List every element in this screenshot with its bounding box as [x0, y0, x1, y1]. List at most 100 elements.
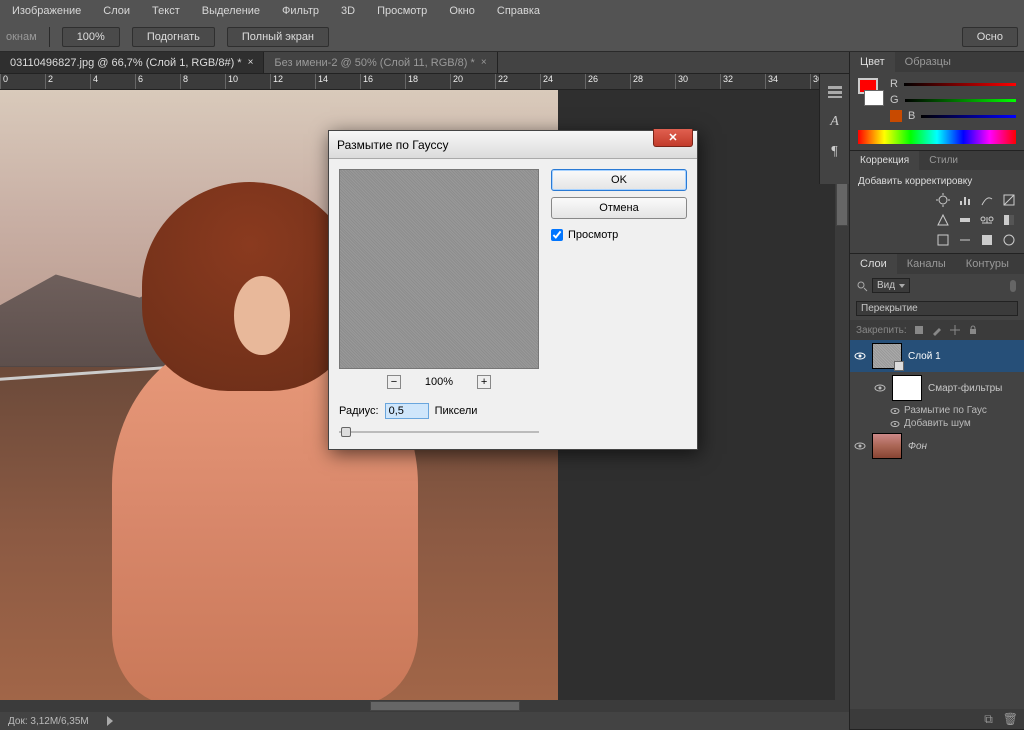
menu-help[interactable]: Справка	[497, 5, 540, 17]
levels-icon[interactable]	[958, 193, 972, 207]
tab-channels[interactable]: Каналы	[897, 254, 956, 274]
visibility-icon[interactable]	[854, 351, 866, 361]
filter-preview[interactable]	[339, 169, 539, 369]
layer-name[interactable]: Смарт-фильтры	[928, 383, 1002, 394]
fit-button[interactable]: Подогнать	[132, 27, 215, 47]
menu-3d[interactable]: 3D	[341, 5, 355, 17]
adjust-icon[interactable]	[980, 233, 994, 247]
close-button[interactable]: ✕	[653, 129, 693, 147]
trash-icon[interactable]: 🗑	[1003, 712, 1018, 726]
layer-thumbnail[interactable]	[872, 343, 902, 369]
radius-input[interactable]	[385, 403, 429, 419]
character-icon[interactable]: A	[827, 114, 843, 130]
ok-button[interactable]: OK	[551, 169, 687, 191]
adjust-icon[interactable]	[958, 233, 972, 247]
radius-units: Пиксели	[435, 405, 478, 417]
menu-text[interactable]: Текст	[152, 5, 180, 17]
close-icon[interactable]: ×	[481, 57, 487, 68]
filter-kind-select[interactable]: Вид	[872, 278, 910, 293]
menu-layers[interactable]: Слои	[103, 5, 130, 17]
tab-styles[interactable]: Стили	[919, 151, 968, 170]
tab-adjustments[interactable]: Коррекция	[850, 151, 919, 170]
right-button[interactable]: Осно	[962, 27, 1018, 47]
history-icon[interactable]	[827, 84, 843, 100]
filter-toggle[interactable]	[1008, 279, 1018, 293]
preview-checkbox-row[interactable]: Просмотр	[551, 229, 687, 241]
document-tab[interactable]: Без имени-2 @ 50% (Слой 11, RGB/8) * ×	[264, 52, 497, 73]
dialog-title: Размытие по Гауссу	[337, 138, 448, 152]
lock-position-icon[interactable]	[949, 324, 961, 336]
layer-name[interactable]: Фон	[908, 441, 927, 452]
smart-filter-item[interactable]: Размытие по Гаус	[850, 404, 1024, 417]
tab-paths[interactable]: Контуры	[956, 254, 1019, 274]
tab-color[interactable]: Цвет	[850, 52, 895, 72]
brightness-icon[interactable]	[936, 193, 950, 207]
curves-icon[interactable]	[980, 193, 994, 207]
collapsed-panel-strip: A ¶	[819, 74, 849, 184]
lock-pixels-icon[interactable]	[913, 324, 925, 336]
layer-name[interactable]: Слой 1	[908, 351, 941, 362]
r-slider[interactable]	[904, 79, 1016, 89]
layer-row[interactable]: Слой 1	[850, 340, 1024, 372]
triangle-icon[interactable]	[107, 716, 113, 726]
tab-label: 03110496827.jpg @ 66,7% (Слой 1, RGB/8#)…	[10, 57, 242, 69]
fullscreen-button[interactable]: Полный экран	[227, 27, 329, 47]
color-ramp[interactable]	[858, 130, 1016, 144]
link-icon[interactable]: ⧉	[984, 712, 993, 727]
preview-checkbox[interactable]	[551, 229, 563, 241]
visibility-icon[interactable]	[890, 420, 900, 428]
bw-icon[interactable]	[1002, 213, 1016, 227]
lock-brush-icon[interactable]	[931, 324, 943, 336]
menu-filter[interactable]: Фильтр	[282, 5, 319, 17]
tab-label: Без имени-2 @ 50% (Слой 11, RGB/8) *	[274, 57, 474, 69]
status-doc-size: Док: 3,12M/6,35M	[8, 716, 89, 727]
visibility-icon[interactable]	[890, 407, 900, 415]
option-fit-windows[interactable]: окнам	[6, 31, 37, 43]
document-tab[interactable]: 03110496827.jpg @ 66,7% (Слой 1, RGB/8#)…	[0, 52, 264, 73]
close-icon[interactable]: ×	[248, 57, 254, 68]
balance-icon[interactable]	[980, 213, 994, 227]
zoom-level: 100%	[425, 376, 453, 388]
cancel-button[interactable]: Отмена	[551, 197, 687, 219]
adjust-icon[interactable]	[936, 233, 950, 247]
r-label: R	[890, 78, 898, 90]
options-bar: окнам 100% Подогнать Полный экран Осно	[0, 22, 1024, 52]
adjust-icon[interactable]	[1002, 233, 1016, 247]
g-label: G	[890, 94, 899, 106]
layer-row[interactable]: Смарт-фильтры	[850, 372, 1024, 404]
blend-mode-select[interactable]: Перекрытие	[856, 301, 1018, 316]
search-icon[interactable]	[856, 280, 868, 292]
warning-icon[interactable]	[890, 110, 902, 122]
visibility-icon[interactable]	[874, 383, 886, 393]
tab-swatches[interactable]: Образцы	[895, 52, 961, 72]
hue-icon[interactable]	[958, 213, 972, 227]
b-slider[interactable]	[921, 111, 1016, 121]
gaussian-blur-dialog: Размытие по Гауссу ✕ − 100% + Радиус: Пи…	[328, 130, 698, 450]
menu-select[interactable]: Выделение	[202, 5, 260, 17]
layer-thumbnail[interactable]	[872, 433, 902, 459]
smart-filter-item[interactable]: Добавить шум	[850, 417, 1024, 430]
dialog-titlebar[interactable]: Размытие по Гауссу ✕	[329, 131, 697, 159]
visibility-icon[interactable]	[854, 441, 866, 451]
g-slider[interactable]	[905, 95, 1016, 105]
layer-row[interactable]: Фон	[850, 430, 1024, 462]
adjustments-title: Добавить корректировку	[858, 176, 1016, 187]
lock-all-icon[interactable]	[967, 324, 979, 336]
zoom-in-button[interactable]: +	[477, 375, 491, 389]
tab-layers[interactable]: Слои	[850, 254, 897, 274]
scrollbar-vertical[interactable]	[835, 106, 849, 700]
adjustments-panel: Коррекция Стили Добавить корректировку	[850, 151, 1024, 254]
vibrance-icon[interactable]	[936, 213, 950, 227]
scrollbar-horizontal[interactable]	[0, 700, 849, 712]
exposure-icon[interactable]	[1002, 193, 1016, 207]
zoom-out-button[interactable]: −	[387, 375, 401, 389]
ruler-horizontal: 0 2 4 6 8 10 12 14 16 18 20 22 24 26 28 …	[0, 74, 849, 90]
zoom-100-button[interactable]: 100%	[62, 27, 120, 47]
radius-slider[interactable]	[339, 425, 539, 439]
menu-view[interactable]: Просмотр	[377, 5, 427, 17]
fg-bg-swatches[interactable]	[858, 78, 884, 126]
menu-window[interactable]: Окно	[449, 5, 475, 17]
menu-image[interactable]: Изображение	[12, 5, 81, 17]
paragraph-icon[interactable]: ¶	[827, 144, 843, 160]
layer-thumbnail[interactable]	[892, 375, 922, 401]
